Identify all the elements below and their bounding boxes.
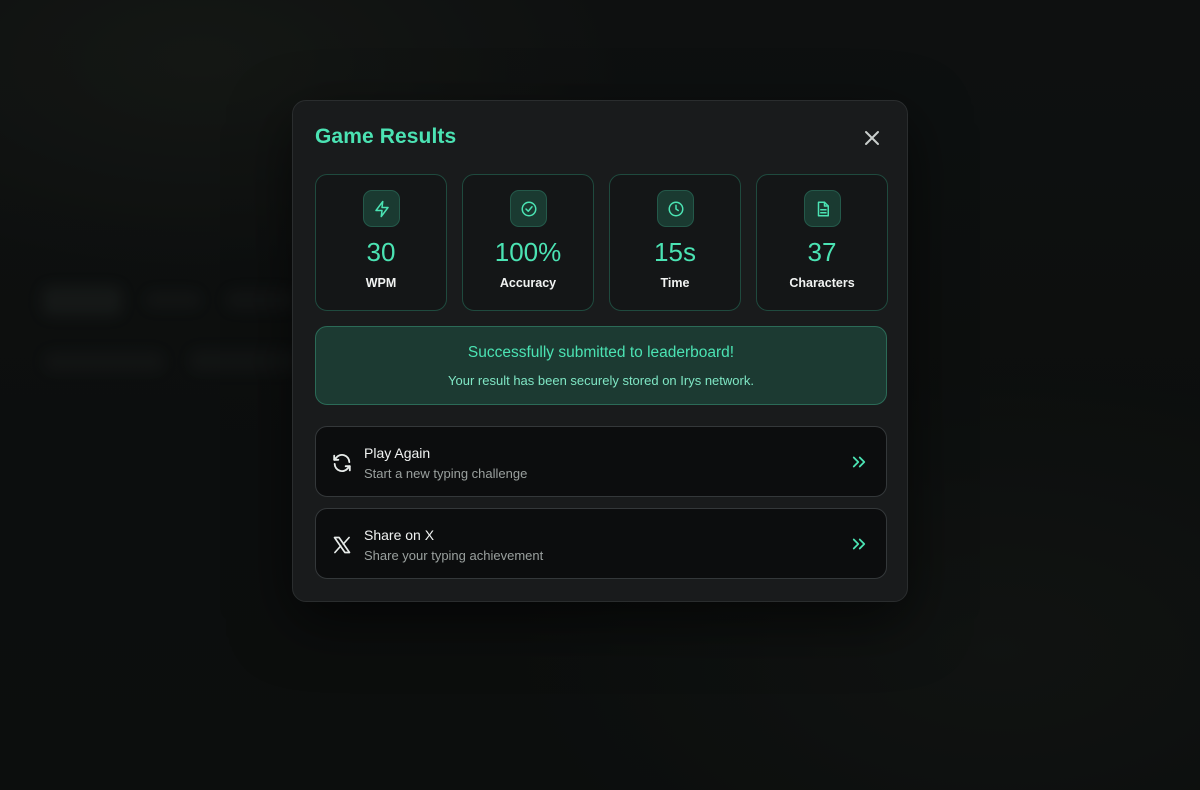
stat-card-wpm: 30 WPM: [315, 174, 447, 311]
stat-label: WPM: [365, 276, 397, 290]
submission-success-banner: Successfully submitted to leaderboard! Y…: [315, 326, 887, 405]
stat-value: 37: [807, 237, 837, 267]
share-on-x-button[interactable]: Share on X Share your typing achievement: [315, 508, 887, 579]
document-icon: [817, 201, 829, 216]
close-icon: [865, 131, 879, 145]
stat-label: Accuracy: [499, 276, 557, 290]
check-circle-icon: [521, 201, 536, 216]
action-subtitle: Start a new typing challenge: [364, 466, 528, 481]
modal-title: Game Results: [315, 125, 457, 148]
action-title: Play Again: [364, 445, 431, 461]
stat-card-characters: 37 Characters: [756, 174, 888, 311]
game-results-modal: Game Results 30 WPM 100% Accuracy 15s Ti…: [292, 100, 908, 602]
stat-value: 15s: [654, 237, 696, 267]
stat-value: 100%: [494, 237, 562, 267]
refresh-icon: [333, 454, 351, 472]
lightning-icon: [374, 200, 389, 217]
chevrons-right-icon: [852, 456, 866, 468]
stats-row: 30 WPM 100% Accuracy 15s Time 37 Charact…: [315, 174, 888, 311]
close-button[interactable]: [859, 125, 885, 151]
x-logo-icon: [333, 536, 351, 554]
action-subtitle: Share your typing achievement: [364, 548, 544, 563]
chevrons-right-icon: [852, 538, 866, 550]
stat-card-time: 15s Time: [609, 174, 741, 311]
stat-label: Time: [660, 276, 690, 290]
play-again-button[interactable]: Play Again Start a new typing challenge: [315, 426, 887, 497]
stat-card-accuracy: 100% Accuracy: [462, 174, 594, 311]
clock-icon: [668, 201, 683, 216]
success-subtitle: Your result has been securely stored on …: [448, 373, 754, 388]
success-title: Successfully submitted to leaderboard!: [467, 344, 735, 361]
action-title: Share on X: [364, 527, 435, 543]
stat-value: 30: [366, 237, 396, 267]
stat-label: Characters: [789, 276, 855, 290]
